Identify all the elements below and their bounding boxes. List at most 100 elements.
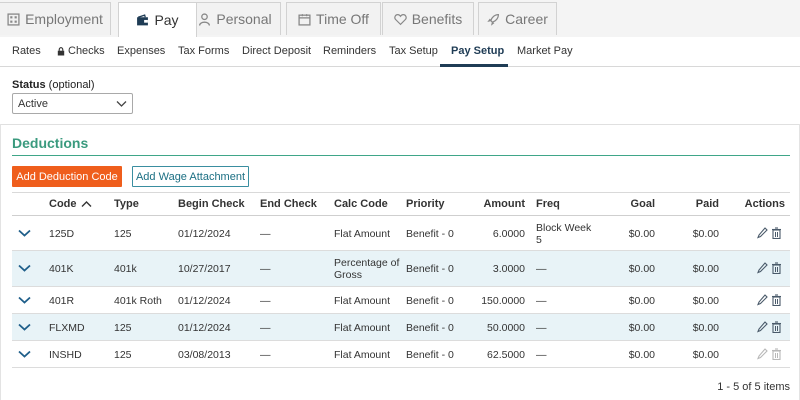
edit-pencil-icon[interactable] (757, 320, 768, 333)
col-header-calc-code[interactable]: Calc Code (334, 198, 388, 210)
row-actions (757, 262, 782, 274)
wallet-icon (137, 13, 149, 25)
person-icon (199, 12, 211, 26)
col-header-amount[interactable]: Amount (470, 198, 525, 210)
tab-benefits-label: Benefits (411, 11, 463, 27)
cell-end-check: — (260, 321, 271, 334)
delete-trash-icon[interactable] (771, 262, 782, 274)
deductions-title-underline (12, 155, 790, 156)
cell-freq: — (536, 348, 547, 361)
subtab-market-pay[interactable]: Market Pay (517, 45, 573, 57)
subtab-pay-setup-label: Pay Setup (451, 45, 505, 57)
cell-amount: 6.0000 (492, 227, 525, 240)
subtab-tax-forms-label: Tax Forms (178, 45, 230, 57)
col-header-paid[interactable]: Paid (670, 198, 719, 210)
status-label-bold: Status (12, 79, 46, 91)
cell-paid: $0.00 (692, 348, 719, 361)
tab-time-off[interactable]: Time Off (286, 2, 381, 35)
expand-row-chevron-icon[interactable] (18, 350, 31, 358)
subtab-rates[interactable]: Rates (12, 45, 41, 57)
tab-benefits[interactable]: Benefits (382, 2, 474, 35)
tab-employment-label: Employment (25, 11, 103, 27)
status-select[interactable]: Active (12, 93, 133, 114)
expand-row-chevron-icon[interactable] (18, 264, 31, 272)
cell-end-check: — (260, 263, 271, 275)
subtab-reminders[interactable]: Reminders (323, 45, 376, 57)
cell-end-check: — (260, 348, 271, 361)
cell-begin-check: 01/12/2024 (178, 321, 231, 334)
table-row: 401R 401k Roth 01/12/2024 — Flat Amount Benef… (12, 287, 790, 314)
cell-code: 401K (49, 263, 74, 275)
top-tab-bar: Employment Personal Time Off Benefits Ca… (0, 0, 800, 37)
cell-code: 125D (49, 227, 75, 240)
subtab-direct-deposit[interactable]: Direct Deposit (242, 45, 311, 57)
add-deduction-code-button[interactable]: Add Deduction Code (12, 166, 122, 187)
delete-trash-icon[interactable] (771, 293, 782, 306)
tab-pay-label: Pay (154, 12, 179, 28)
tab-employment[interactable]: Employment (0, 2, 111, 35)
cell-paid: $0.00 (692, 227, 719, 240)
deductions-title: Deductions (12, 135, 89, 151)
expand-row-chevron-icon[interactable] (18, 323, 31, 331)
cell-begin-check: 01/12/2024 (178, 227, 231, 240)
subtab-expenses[interactable]: Expenses (117, 45, 165, 57)
row-actions (757, 320, 782, 333)
col-header-code[interactable]: Code (49, 198, 92, 210)
cell-type: 125 (114, 348, 132, 361)
col-header-end-check[interactable]: End Check (260, 198, 317, 210)
col-header-freq[interactable]: Freq (536, 198, 560, 210)
subtab-checks[interactable]: Checks (57, 45, 105, 57)
expand-row-chevron-icon[interactable] (18, 229, 31, 237)
cell-priority: Benefit - 0 (406, 321, 454, 334)
cell-calc-code: Flat Amount (334, 321, 391, 334)
subtab-tax-setup[interactable]: Tax Setup (389, 45, 438, 57)
cell-amount: 3.0000 (492, 263, 525, 275)
tab-career[interactable]: Career (478, 2, 557, 35)
subtab-tax-setup-label: Tax Setup (389, 45, 438, 57)
subtab-pay-setup[interactable]: Pay Setup (451, 45, 504, 57)
edit-pencil-icon[interactable] (757, 262, 768, 274)
status-label-optional: (optional) (45, 79, 95, 91)
cell-priority: Benefit - 0 (406, 227, 454, 240)
calendar-icon (298, 13, 311, 26)
col-header-priority[interactable]: Priority (406, 198, 445, 210)
tab-personal[interactable]: Personal (189, 2, 281, 35)
sub-tab-bar: Rates Checks Expenses Tax Forms Direct D… (0, 37, 800, 67)
cell-calc-code: Flat Amount (334, 348, 391, 361)
chevron-down-icon (116, 100, 127, 107)
cell-priority: Benefit - 0 (406, 294, 454, 307)
col-header-goal[interactable]: Goal (605, 198, 655, 210)
col-header-type[interactable]: Type (114, 198, 139, 210)
tab-career-label: Career (505, 11, 548, 27)
expand-row-chevron-icon[interactable] (18, 296, 31, 304)
edit-pencil-icon[interactable] (757, 293, 768, 306)
cell-calc-code: Flat Amount (334, 294, 391, 307)
delete-trash-icon (772, 347, 781, 360)
cell-type: 125 (114, 227, 132, 240)
tab-pay[interactable]: Pay (118, 2, 197, 37)
edit-pencil-icon[interactable] (757, 226, 768, 239)
tab-time-off-label: Time Off (316, 11, 369, 27)
lock-icon (57, 46, 65, 55)
table-row: INSHD 125 03/08/2013 — Flat Amount Benefit - … (12, 341, 790, 368)
panel-border-left (0, 124, 1, 400)
cell-amount: 62.5000 (487, 348, 525, 361)
col-header-begin-check[interactable]: Begin Check (178, 198, 245, 210)
cell-code: INSHD (49, 348, 82, 361)
subtab-checks-label: Checks (68, 45, 105, 57)
tab-personal-label: Personal (216, 11, 272, 27)
cell-type: 125 (114, 321, 132, 334)
subtab-direct-deposit-label: Direct Deposit (242, 45, 312, 57)
table-row: 125D 125 01/12/2024 — Flat Amount Benefit - 0… (12, 216, 790, 251)
cell-amount: 50.0000 (487, 321, 525, 334)
subtab-tax-forms[interactable]: Tax Forms (178, 45, 229, 57)
delete-trash-icon[interactable] (771, 320, 782, 333)
subtab-expenses-label: Expenses (117, 45, 166, 57)
active-subtab-indicator (440, 64, 508, 67)
sort-ascending-icon (81, 201, 91, 208)
delete-trash-icon[interactable] (771, 226, 782, 239)
cell-calc-code: Percentage of Gross (334, 257, 400, 281)
cell-freq: — (536, 263, 547, 275)
add-wage-attachment-button[interactable]: Add Wage Attachment (132, 166, 249, 187)
col-header-actions: Actions (744, 198, 785, 210)
